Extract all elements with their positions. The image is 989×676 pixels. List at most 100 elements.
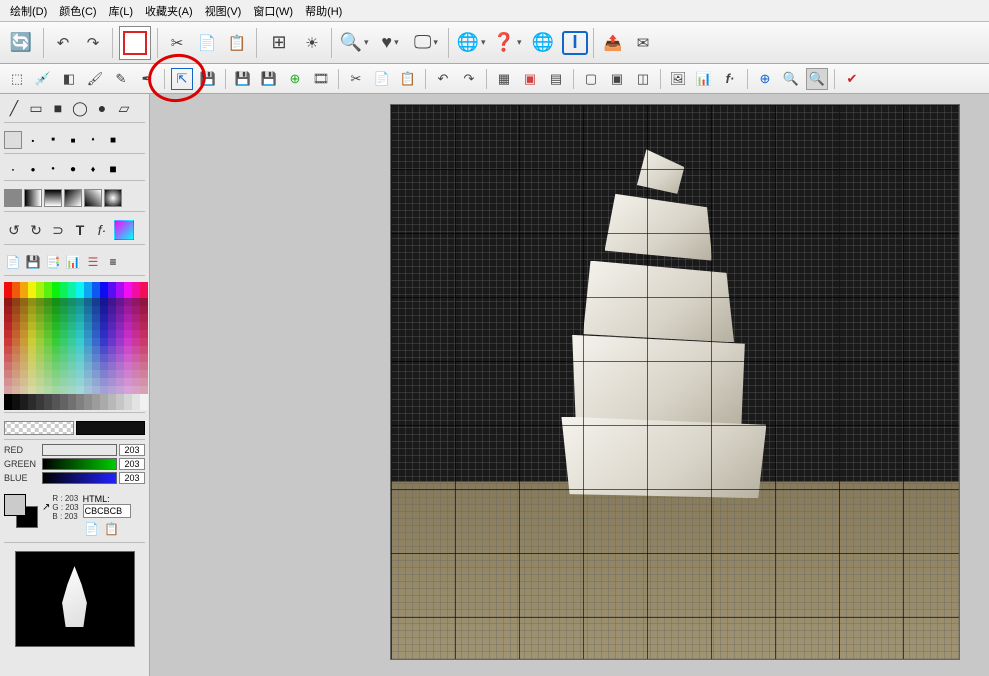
text-tool[interactable]: T <box>70 220 90 240</box>
brush-4px[interactable]: ♦ <box>84 137 102 143</box>
blue-value[interactable]: 203 <box>119 472 145 484</box>
brush-c6[interactable]: ■ <box>104 162 122 176</box>
box1-icon[interactable]: ▢ <box>580 68 602 90</box>
red-slider[interactable] <box>42 444 117 456</box>
filled-ellipse-tool[interactable]: ● <box>92 98 112 118</box>
filmstrip-icon[interactable]: 🎞 <box>310 68 332 90</box>
cut2-icon[interactable]: ✂ <box>345 68 367 90</box>
brush-c1[interactable]: ● <box>4 167 22 172</box>
line-tool[interactable]: ╱ <box>4 98 24 118</box>
paste2-icon[interactable]: 📋 <box>397 68 419 90</box>
ellipse-tool[interactable]: ◯ <box>70 98 90 118</box>
black-swatch[interactable] <box>76 421 146 435</box>
layers2-icon[interactable]: ▤ <box>545 68 567 90</box>
rotate-cw-tool[interactable]: ↻ <box>26 220 46 240</box>
check-icon[interactable]: ✔ <box>841 68 863 90</box>
grad-solid[interactable] <box>4 189 22 207</box>
palette-add-icon[interactable]: 📑 <box>44 253 62 271</box>
windows-icon[interactable]: ⊞ <box>262 26 296 60</box>
rotate-ccw-tool[interactable]: ↺ <box>4 220 24 240</box>
color-palette[interactable] <box>4 280 145 413</box>
eyedropper-icon[interactable]: 💉 <box>32 68 54 90</box>
add-green-icon[interactable]: ⊕ <box>284 68 306 90</box>
menu-help[interactable]: 帮助(H) <box>301 1 346 21</box>
fx-icon[interactable]: f· <box>719 68 741 90</box>
menu-color[interactable]: 颜色(C) <box>55 1 100 21</box>
zoom-fit-icon[interactable]: 🔍 <box>780 68 802 90</box>
save-icon[interactable]: 💾 <box>232 68 254 90</box>
grad-v[interactable] <box>44 189 62 207</box>
redo2-icon[interactable]: ↷ <box>458 68 480 90</box>
histogram-icon[interactable]: 📊 <box>693 68 715 90</box>
menu-favorites[interactable]: 收藏夹(A) <box>141 1 197 21</box>
import-icon[interactable]: ⇱ <box>171 68 193 90</box>
box2-icon[interactable]: ▣ <box>606 68 628 90</box>
menu-window[interactable]: 窗口(W) <box>249 1 297 21</box>
copy-hex-icon[interactable]: 📄 <box>83 520 101 538</box>
palette-list-icon[interactable]: ☰ <box>84 253 102 271</box>
grad-diag[interactable] <box>64 189 82 207</box>
html-color-input[interactable] <box>83 504 131 518</box>
blue-slider[interactable] <box>42 472 117 484</box>
brush-c5[interactable]: ♦ <box>84 164 102 174</box>
text-block-icon[interactable]: I <box>562 31 588 55</box>
pen-small-icon[interactable]: ✒ <box>136 68 158 90</box>
brush-c4[interactable]: ● <box>64 164 82 175</box>
transparent-swatch[interactable] <box>4 421 74 435</box>
monitor-icon[interactable]: 🖵 <box>409 26 443 60</box>
menu-draw[interactable]: 绘制(D) <box>6 1 51 21</box>
red-value[interactable]: 203 <box>119 444 145 456</box>
help-icon[interactable]: ❓ <box>490 26 524 60</box>
grid-toggle-icon[interactable]: ▦ <box>493 68 515 90</box>
grad-diag2[interactable] <box>84 189 102 207</box>
fg-bg-swatches[interactable] <box>4 494 38 528</box>
brush-3px[interactable]: ■ <box>64 136 82 145</box>
rect-tool[interactable]: ▭ <box>26 98 46 118</box>
paste-icon[interactable]: 📋 <box>223 29 251 57</box>
copy2-icon[interactable]: 📄 <box>371 68 393 90</box>
brush-1px[interactable]: ■ <box>24 138 42 143</box>
sun-icon[interactable]: ☀ <box>298 29 326 57</box>
mail-icon[interactable]: ✉ <box>629 29 657 57</box>
menu-library[interactable]: 库(L) <box>105 1 137 21</box>
refresh-icon[interactable]: 🔄 <box>4 26 38 60</box>
page-export-icon[interactable]: 📤 <box>599 29 627 57</box>
3d-rect-tool[interactable]: ▱ <box>114 98 134 118</box>
save-plus-icon[interactable]: 💾 <box>258 68 280 90</box>
marquee-icon[interactable]: ⬚ <box>6 68 28 90</box>
pixel-canvas[interactable] <box>390 104 960 660</box>
brush-preview[interactable] <box>4 131 22 149</box>
paste-hex-icon[interactable]: 📋 <box>103 520 121 538</box>
green-slider[interactable] <box>42 458 117 470</box>
brush-c3[interactable]: ● <box>44 166 62 172</box>
palette-menu-icon[interactable]: ≡ <box>104 253 122 271</box>
globe-icon[interactable]: 🌐 <box>454 26 488 60</box>
menu-view[interactable]: 视图(V) <box>201 1 246 21</box>
palette-save-icon[interactable]: 💾 <box>24 253 42 271</box>
box3-icon[interactable]: ◫ <box>632 68 654 90</box>
cut-icon[interactable]: ✂ <box>163 29 191 57</box>
pencil-small-icon[interactable]: ✎ <box>110 68 132 90</box>
picture-icon[interactable]: 🖼 <box>667 68 689 90</box>
zoom-icon[interactable]: 🔍 <box>337 26 371 60</box>
color-square-button[interactable] <box>118 26 152 60</box>
brush-2px[interactable]: ■ <box>44 137 62 143</box>
zoom-actual-icon[interactable]: 🔍 <box>806 68 828 90</box>
fx-tool[interactable]: f· <box>92 220 112 240</box>
brush-c2[interactable]: ● <box>24 165 42 174</box>
brush-5px[interactable]: ■ <box>104 135 122 146</box>
copy-icon[interactable]: 📄 <box>193 29 221 57</box>
heart-icon[interactable]: ♥ <box>373 26 407 60</box>
undo2-icon[interactable]: ↶ <box>432 68 454 90</box>
redo-icon[interactable]: ↷ <box>79 29 107 57</box>
zoom-in-icon[interactable]: ⊕ <box>754 68 776 90</box>
palette-new-icon[interactable]: 📄 <box>4 253 22 271</box>
grad-h[interactable] <box>24 189 42 207</box>
grad-radial[interactable] <box>104 189 122 207</box>
globe-transfer-icon[interactable]: 🌐 <box>526 26 560 60</box>
arc-tool[interactable]: ⊃ <box>48 220 68 240</box>
eraser-icon[interactable]: ◧ <box>58 68 80 90</box>
layers-icon[interactable]: ▣ <box>519 68 541 90</box>
filled-rect-tool[interactable]: ■ <box>48 98 68 118</box>
undo-icon[interactable]: ↶ <box>49 29 77 57</box>
